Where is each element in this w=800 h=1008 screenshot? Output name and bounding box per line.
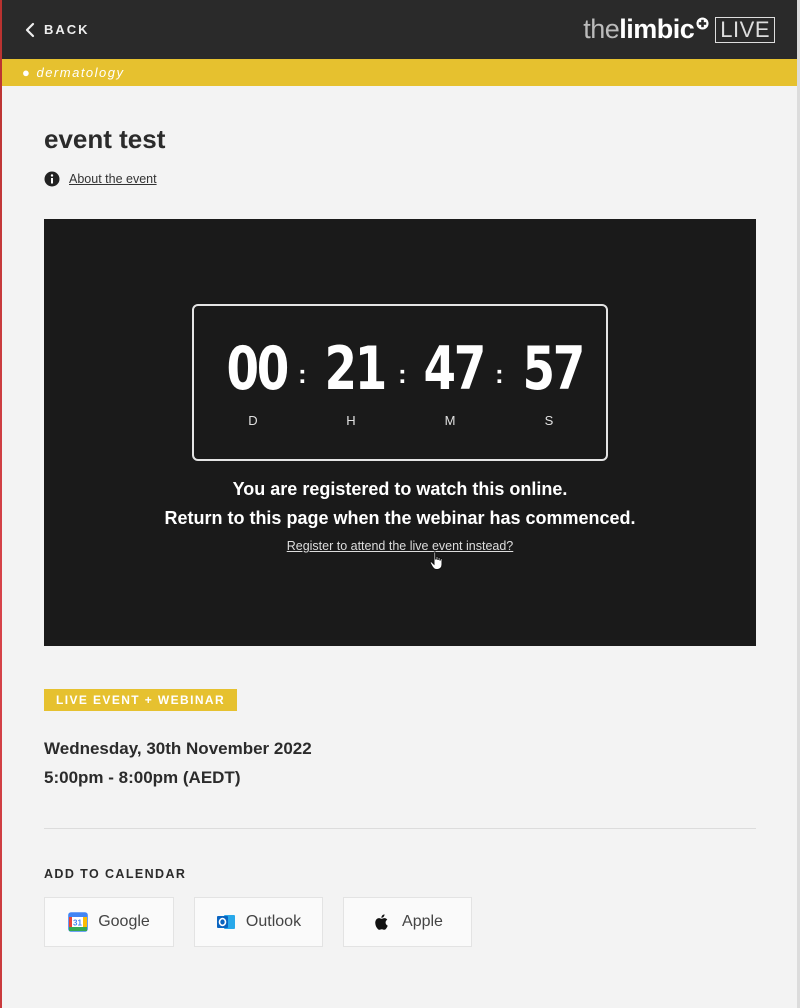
divider [44,828,756,829]
minutes-label: M [444,413,456,428]
logo-cross-icon [696,17,709,30]
register-live-container: Register to attend the live event instea… [44,539,756,553]
back-button[interactable]: BACK [24,22,90,38]
about-event: About the event [44,171,157,187]
minutes-value: 47 [423,334,487,404]
info-icon [44,171,60,187]
hours-label: H [346,413,356,428]
apple-calendar-button[interactable]: Apple [343,897,472,947]
left-edge-accent [0,0,2,1008]
registration-line-2: Return to this page when the webinar has… [164,508,636,528]
top-bar: BACK thelimbic LIVE [2,0,797,59]
event-schedule: Wednesday, 30th November 2022 5:00pm - 8… [44,734,312,792]
google-label: Google [98,913,150,930]
about-event-link[interactable]: About the event [69,172,157,186]
registration-message: You are registered to watch this online.… [44,475,756,533]
separator: : [398,359,407,389]
webinar-player: 00 D : 21 H : 47 M : 57 S You are regist… [44,219,756,646]
back-label: BACK [44,22,90,37]
seconds-label: S [544,413,554,428]
countdown-timer: 00 D : 21 H : 47 M : 57 S [192,304,608,461]
outlook-calendar-button[interactable]: Outlook [194,897,323,947]
category-label: ● dermatology [22,65,125,80]
add-to-calendar-heading: ADD TO CALENDAR [44,867,187,881]
hand-cursor-icon [429,551,443,570]
event-date: Wednesday, 30th November 2022 [44,739,312,758]
separator: : [495,359,504,389]
live-label: LIVE [715,16,775,43]
countdown-hours: 21 H [316,334,388,428]
register-live-link[interactable]: Register to attend the live event instea… [287,539,514,553]
apple-label: Apple [402,913,443,930]
separator: : [298,359,307,389]
countdown-seconds: 57 S [514,334,586,428]
category-strip: ● dermatology [2,59,797,86]
event-time: 5:00pm - 8:00pm (AEDT) [44,768,241,787]
chevron-left-icon [25,22,35,37]
registration-line-1: You are registered to watch this online. [232,479,568,499]
outlook-icon [216,915,235,929]
countdown-minutes: 47 M [415,334,487,428]
countdown-days: 00 D [218,334,290,428]
days-value: 00 [226,334,290,404]
hours-value: 21 [324,334,388,404]
outlook-label: Outlook [245,913,302,930]
event-type-badge: LIVE EVENT + WEBINAR [44,689,238,711]
days-label: D [248,413,258,428]
apple-icon [375,914,388,930]
logo-wordmark: thelimbic [583,14,695,44]
page-title: event test [44,124,166,154]
svg-text:31: 31 [73,919,82,928]
seconds-value: 57 [522,334,586,404]
google-calendar-button[interactable]: 31 Google [44,897,174,947]
google-calendar-icon: 31 [68,912,89,932]
thelimbic-live-logo[interactable]: thelimbic LIVE [583,16,775,43]
